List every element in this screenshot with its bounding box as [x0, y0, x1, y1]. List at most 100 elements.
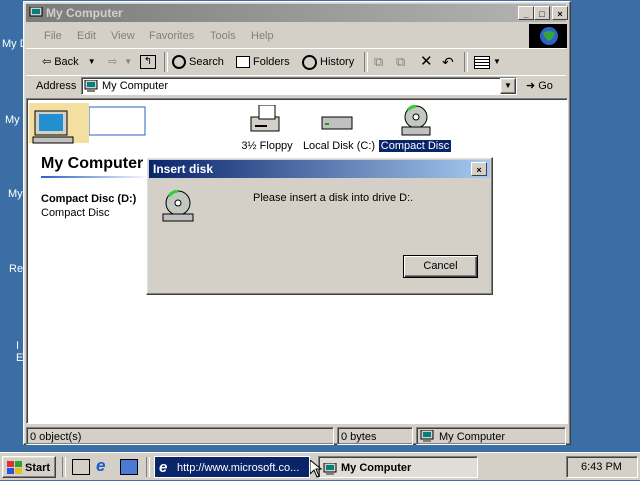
go-label: Go — [538, 79, 553, 92]
go-button[interactable]: ➜ Go — [526, 79, 553, 93]
menu-edit[interactable]: Edit — [77, 26, 96, 46]
insert-disk-dialog: Insert disk × Please insert a disk into … — [146, 157, 493, 295]
task-button-ie[interactable]: e http://www.microsoft.co... — [154, 456, 310, 478]
back-button[interactable]: ⇦ Back ▼ — [42, 49, 96, 75]
start-button[interactable]: Start — [2, 456, 56, 478]
computer-icon — [29, 6, 43, 19]
status-objects: 0 object(s) — [26, 427, 334, 445]
menu-help[interactable]: Help — [251, 26, 274, 46]
menu-file[interactable]: File — [44, 26, 62, 46]
selected-item-type: Compact Disc — [41, 207, 110, 219]
address-label: Address — [36, 80, 77, 92]
search-button[interactable]: Search — [172, 49, 224, 75]
chevron-down-icon[interactable]: ▼ — [88, 49, 96, 75]
menu-tools[interactable]: Tools — [210, 26, 236, 46]
history-clock-icon — [302, 54, 317, 70]
status-zone-label: My Computer — [439, 431, 506, 443]
computer-icon — [420, 429, 434, 442]
search-label: Search — [189, 56, 224, 68]
status-bar: 0 object(s) 0 bytes My Computer — [26, 426, 568, 446]
cd-disc-icon — [161, 189, 195, 225]
undo-button[interactable]: ↶ — [442, 49, 454, 75]
menu-favorites[interactable]: Favorites — [149, 26, 194, 46]
ie-icon: e — [159, 459, 168, 476]
menu-bar: File Edit View Favorites Tools Help — [26, 24, 567, 48]
chevron-down-icon[interactable]: ▼ — [124, 49, 132, 75]
window-title: My Computer — [46, 6, 123, 20]
history-label: History — [320, 56, 355, 68]
quick-launch-separator — [62, 457, 66, 477]
standard-toolbar: ⇦ Back ▼ ⇨ ▼ ↰ Search Folders History ⧉ … — [26, 48, 566, 76]
cancel-button[interactable]: Cancel — [403, 255, 478, 278]
windows-logo-icon — [529, 24, 567, 48]
history-button[interactable]: History — [302, 49, 354, 75]
folders-button[interactable]: Folders — [236, 49, 290, 75]
window-titlebar[interactable]: My Computer _ □ × — [26, 4, 568, 22]
desktop-icon-label-recycle-bin[interactable]: Re — [9, 263, 23, 275]
maximize-button[interactable]: □ — [534, 6, 550, 20]
start-label: Start — [25, 462, 51, 474]
drive-item-floppy[interactable]: 3½ Floppy — [232, 103, 302, 163]
desktop-icon-label-my-network[interactable]: My — [8, 188, 23, 200]
system-tray: 6:43 PM — [566, 456, 638, 478]
delete-button[interactable]: ✕ — [420, 49, 433, 75]
cd-drive-icon — [399, 104, 433, 140]
desktop-icon-label-my-computer[interactable]: My — [5, 114, 20, 126]
quick-launch-separator — [146, 457, 150, 477]
search-icon — [172, 55, 186, 69]
copy-to-button[interactable]: ⧉ — [396, 49, 405, 75]
drive-item-compact-disc[interactable]: Compact Disc — [379, 103, 451, 163]
minimize-button[interactable]: _ — [518, 6, 534, 20]
desktop-icon-label-ie-line1[interactable]: I — [16, 340, 19, 352]
panel-heading-rule — [41, 176, 151, 178]
toolbar-separator — [464, 52, 468, 72]
drive-label-local-disk: Local Disk (C:) — [302, 140, 376, 152]
my-computer-banner-icon — [29, 103, 147, 153]
dialog-titlebar[interactable]: Insert disk × — [149, 160, 490, 178]
chevron-down-icon[interactable]: ▼ — [493, 49, 501, 75]
selected-item-name: Compact Disc (D:) — [41, 193, 137, 205]
status-zone: My Computer — [416, 427, 566, 445]
dialog-close-button[interactable]: × — [471, 162, 487, 176]
drive-label-compact-disc: Compact Disc — [379, 140, 451, 152]
views-icon — [474, 55, 490, 69]
back-label: Back — [54, 56, 79, 68]
address-dropdown-button[interactable]: ▼ — [500, 78, 516, 94]
show-desktop-icon[interactable] — [72, 459, 90, 475]
ie-quicklaunch-icon[interactable]: e — [96, 456, 105, 476]
task-button-my-computer[interactable]: My Computer — [318, 456, 478, 478]
up-folder-button[interactable]: ↰ — [140, 49, 156, 75]
folders-icon — [236, 56, 250, 68]
clock[interactable]: 6:43 PM — [581, 461, 622, 473]
outlook-express-icon[interactable] — [120, 459, 138, 475]
panel-heading: My Computer — [41, 155, 144, 172]
status-size: 0 bytes — [337, 427, 413, 445]
toolbar-separator — [164, 52, 168, 72]
close-button[interactable]: × — [552, 6, 568, 20]
drive-item-local-disk[interactable]: Local Disk (C:) — [297, 103, 377, 163]
go-arrow-icon: ➜ — [526, 80, 536, 92]
forward-button[interactable]: ⇨ ▼ — [108, 49, 132, 75]
folders-label: Folders — [253, 56, 290, 68]
dialog-message: Please insert a disk into drive D:. — [253, 192, 414, 204]
address-bar: Address My Computer ▼ ➜ Go — [26, 75, 566, 98]
address-value: My Computer — [102, 80, 169, 92]
hard-drive-icon — [321, 113, 353, 136]
dialog-title: Insert disk — [153, 162, 214, 176]
drive-label-floppy: 3½ Floppy — [241, 140, 293, 152]
mouse-cursor-icon — [309, 458, 323, 481]
floppy-drive-icon — [249, 104, 281, 138]
forward-arrow-icon: ⇨ — [108, 56, 118, 68]
menu-view[interactable]: View — [111, 26, 135, 46]
computer-icon — [323, 461, 337, 475]
move-to-button[interactable]: ⧉ — [374, 49, 383, 75]
back-arrow-icon: ⇦ — [42, 56, 52, 68]
task-label-ie: http://www.microsoft.co... — [177, 462, 300, 474]
address-field[interactable]: My Computer ▼ — [81, 77, 517, 95]
task-label-my-computer: My Computer — [341, 462, 412, 474]
computer-icon — [84, 79, 98, 92]
up-folder-icon: ↰ — [140, 55, 156, 69]
windows-flag-icon — [7, 461, 23, 477]
views-button[interactable]: ▼ — [474, 49, 501, 75]
toolbar-separator — [364, 52, 368, 72]
